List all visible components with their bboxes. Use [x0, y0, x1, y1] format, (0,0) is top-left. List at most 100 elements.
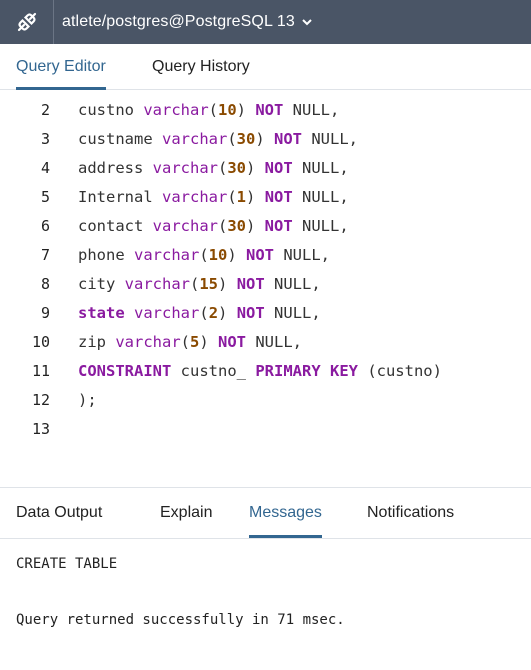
code-token: 1	[236, 188, 247, 206]
code-token: varchar	[152, 159, 218, 177]
code-token: NULL,	[292, 217, 349, 235]
line-number: 11	[31, 362, 50, 380]
line-number: 8	[40, 275, 50, 293]
code-token: Internal	[78, 188, 162, 206]
code-token: (	[199, 246, 209, 264]
code-token: (	[199, 304, 209, 322]
code-token: (custno)	[357, 362, 442, 380]
line-number: 5	[40, 188, 50, 206]
code-token: NULL,	[274, 246, 331, 264]
code-token: 30	[227, 159, 246, 177]
code-token: NULL,	[292, 159, 349, 177]
code-token: NOT	[264, 159, 293, 177]
code-token: 10	[218, 101, 237, 119]
code-text: phone varchar(10) NOT NULL,	[78, 241, 330, 270]
connection-label: atlete/postgres@PostgreSQL 13	[62, 13, 295, 30]
line-number: 13	[31, 420, 50, 438]
code-text: custname varchar(30) NOT NULL,	[78, 125, 358, 154]
code-token: PRIMARY KEY	[255, 362, 358, 380]
code-token: CONSTRAINT	[78, 362, 172, 380]
code-token: (	[227, 130, 237, 148]
code-token: )	[246, 159, 265, 177]
code-line: 10 zip varchar(5) NOT NULL,	[0, 328, 531, 357]
code-token: NOT	[236, 304, 265, 322]
code-text: address varchar(30) NOT NULL,	[78, 154, 349, 183]
code-token: custno_	[171, 362, 256, 380]
connection-selector[interactable]: atlete/postgres@PostgreSQL 13	[54, 13, 313, 31]
code-line: 9 state varchar(2) NOT NULL,	[0, 299, 531, 328]
tab-data-output[interactable]: Data Output	[16, 488, 102, 538]
code-token: NOT	[255, 101, 284, 119]
code-line: 4 address varchar(30) NOT NULL,	[0, 154, 531, 183]
tab-explain[interactable]: Explain	[160, 488, 212, 538]
code-line: 8 city varchar(15) NOT NULL,	[0, 270, 531, 299]
code-text: custno varchar(10) NOT NULL,	[78, 96, 339, 125]
code-token: varchar	[143, 101, 209, 119]
code-token: NOT	[264, 188, 293, 206]
editor-tab-bar: Query Editor Query History	[0, 44, 531, 90]
code-token: zip	[78, 333, 116, 351]
code-token: )	[255, 130, 275, 148]
code-token: varchar	[162, 188, 228, 206]
code-token: NULL,	[246, 333, 303, 351]
code-token: (	[208, 101, 218, 119]
code-token: varchar	[162, 130, 228, 148]
code-line: 5 Internal varchar(1) NOT NULL,	[0, 183, 531, 212]
connection-status[interactable]	[0, 0, 54, 44]
query-tool-titlebar: atlete/postgres@PostgreSQL 13	[0, 0, 531, 44]
code-token: NULL,	[292, 188, 349, 206]
line-number: 9	[40, 304, 50, 322]
line-number: 7	[40, 246, 50, 264]
code-token: (	[190, 275, 200, 293]
code-token: 10	[208, 246, 228, 264]
code-token: 15	[199, 275, 219, 293]
chevron-down-icon	[301, 16, 313, 28]
code-text: );	[78, 386, 97, 415]
code-token: contact	[78, 217, 153, 235]
code-text: city varchar(15) NOT NULL,	[78, 270, 321, 299]
code-token: NULL,	[264, 275, 321, 293]
code-token: NOT	[274, 130, 303, 148]
code-token: varchar	[124, 275, 190, 293]
code-text: contact varchar(30) NOT NULL,	[78, 212, 349, 241]
tab-query-editor[interactable]: Query Editor	[16, 44, 106, 90]
code-line: 7 phone varchar(10) NOT NULL,	[0, 241, 531, 270]
code-token: (	[180, 333, 190, 351]
code-text: Internal varchar(1) NOT NULL,	[78, 183, 349, 212]
output-tab-bar: Data Output Explain Messages Notificatio…	[0, 487, 531, 539]
code-line: 2 custno varchar(10) NOT NULL,	[0, 96, 531, 125]
messages-panel: CREATE TABLE Query returned successfully…	[0, 540, 531, 670]
code-token: )	[218, 275, 237, 293]
code-token: varchar	[115, 333, 181, 351]
code-token: NOT	[218, 333, 247, 351]
code-token: varchar	[134, 304, 200, 322]
code-token: );	[78, 391, 97, 409]
line-number: 12	[31, 391, 50, 409]
code-token: 5	[190, 333, 200, 351]
code-token: (	[227, 188, 237, 206]
code-token: (	[217, 159, 228, 177]
code-line: 3 custname varchar(30) NOT NULL,	[0, 125, 531, 154]
code-token: )	[218, 304, 237, 322]
code-text: zip varchar(5) NOT NULL,	[78, 328, 302, 357]
tab-messages[interactable]: Messages	[249, 488, 322, 538]
code-token: NULL,	[302, 130, 359, 148]
code-token: NULL,	[264, 304, 321, 322]
code-token: varchar	[134, 246, 200, 264]
code-token: )	[246, 188, 265, 206]
tab-notifications[interactable]: Notifications	[367, 488, 454, 538]
code-token: custname	[78, 130, 162, 148]
sql-editor[interactable]: 2 custno varchar(10) NOT NULL, 3 custname v…	[0, 91, 531, 486]
code-token: 30	[236, 130, 256, 148]
line-number: 10	[31, 333, 50, 351]
code-token: varchar	[152, 217, 218, 235]
code-token: NULL,	[283, 101, 340, 119]
code-token: 30	[227, 217, 246, 235]
code-token: )	[227, 246, 247, 264]
tab-query-history[interactable]: Query History	[152, 44, 250, 90]
code-token: phone	[78, 246, 134, 264]
code-line: 6 contact varchar(30) NOT NULL,	[0, 212, 531, 241]
code-token: 2	[208, 304, 219, 322]
line-number: 6	[40, 217, 50, 235]
